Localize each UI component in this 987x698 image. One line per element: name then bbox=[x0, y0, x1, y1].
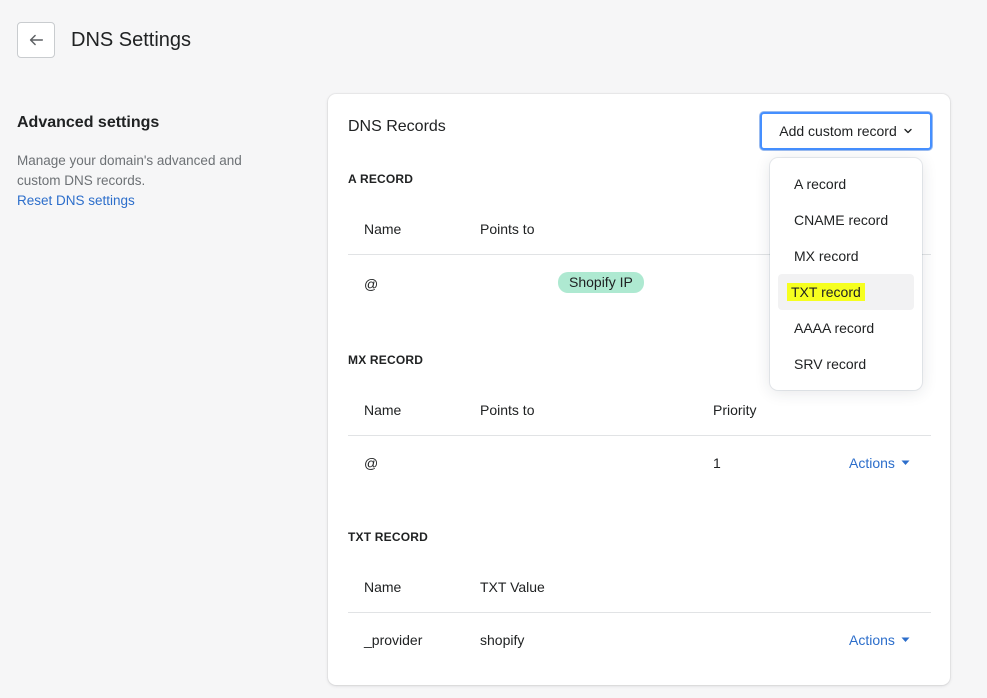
a-record-row-name: @ bbox=[364, 276, 379, 292]
txt-record-col-name: Name bbox=[364, 579, 402, 595]
mx-record-col-points-to: Points to bbox=[480, 402, 535, 418]
mx-record-col-name: Name bbox=[364, 402, 402, 418]
add-record-dropdown-menu: A record CNAME record MX record TXT reco… bbox=[770, 158, 922, 390]
dns-records-title: DNS Records bbox=[348, 118, 446, 135]
arrow-left-icon bbox=[29, 34, 44, 46]
actions-label: Actions bbox=[849, 632, 895, 648]
caret-down-icon bbox=[901, 460, 910, 465]
menu-item-label: SRV record bbox=[794, 356, 867, 372]
caret-down-icon bbox=[901, 637, 910, 642]
menu-item-txt-record[interactable]: TXT record bbox=[778, 274, 914, 310]
advanced-settings-description: Manage your domain's advanced and custom… bbox=[17, 153, 242, 188]
menu-item-label: CNAME record bbox=[794, 212, 889, 228]
menu-item-cname-record[interactable]: CNAME record bbox=[778, 202, 914, 238]
back-button[interactable] bbox=[17, 22, 55, 58]
a-record-heading: A RECORD bbox=[348, 172, 414, 186]
menu-item-label: A record bbox=[794, 176, 847, 192]
shopify-ip-badge: Shopify IP bbox=[558, 272, 644, 293]
add-custom-record-label: Add custom record bbox=[779, 123, 897, 139]
actions-label: Actions bbox=[849, 455, 895, 471]
chevron-down-icon bbox=[904, 128, 912, 134]
mx-record-divider bbox=[348, 435, 931, 436]
page-title: DNS Settings bbox=[71, 29, 192, 51]
txt-record-heading: TXT RECORD bbox=[348, 530, 428, 544]
reset-dns-settings-link[interactable]: Reset DNS settings bbox=[17, 191, 135, 211]
mx-record-row-name: @ bbox=[364, 455, 379, 471]
mx-record-row-priority: 1 bbox=[713, 455, 721, 471]
menu-item-label: TXT record bbox=[787, 283, 865, 301]
menu-item-mx-record[interactable]: MX record bbox=[778, 238, 914, 274]
txt-record-col-txt-value: TXT Value bbox=[480, 579, 545, 595]
menu-item-srv-record[interactable]: SRV record bbox=[778, 346, 914, 382]
txt-record-divider bbox=[348, 612, 931, 613]
a-record-col-points-to: Points to bbox=[480, 221, 535, 237]
add-custom-record-button[interactable]: Add custom record bbox=[760, 112, 932, 150]
menu-item-label: MX record bbox=[794, 248, 859, 264]
mx-record-heading: MX RECORD bbox=[348, 353, 424, 367]
txt-record-row-name: _provider bbox=[364, 632, 423, 648]
menu-item-a-record[interactable]: A record bbox=[778, 166, 914, 202]
txt-record-row-value: shopify bbox=[480, 632, 525, 648]
advanced-settings-heading: Advanced settings bbox=[17, 114, 160, 131]
menu-item-aaaa-record[interactable]: AAAA record bbox=[778, 310, 914, 346]
menu-item-label: AAAA record bbox=[794, 320, 875, 336]
dns-settings-page: DNS Settings Advanced settings Manage yo… bbox=[0, 0, 987, 698]
txt-record-actions-button[interactable]: Actions bbox=[849, 632, 910, 648]
mx-record-actions-button[interactable]: Actions bbox=[849, 455, 910, 471]
mx-record-col-priority: Priority bbox=[713, 402, 757, 418]
a-record-col-name: Name bbox=[364, 221, 402, 237]
